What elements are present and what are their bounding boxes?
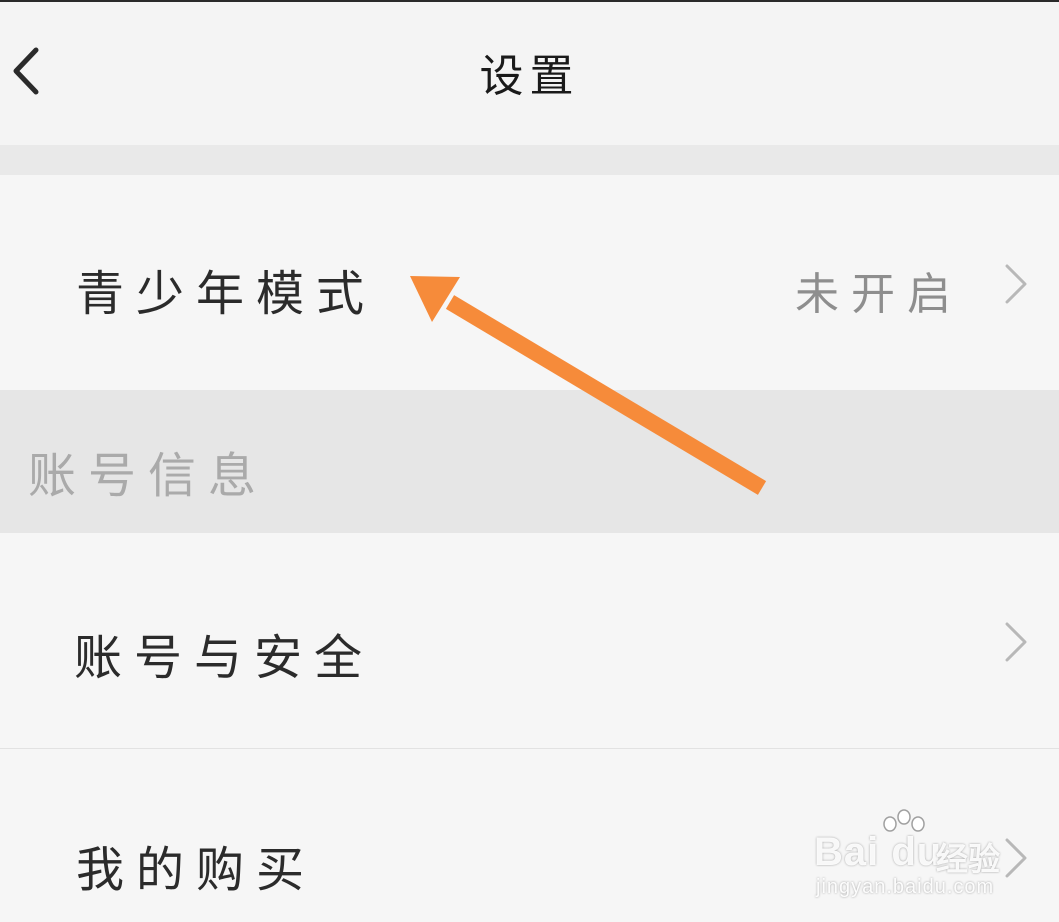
page-title: 设置 xyxy=(479,51,580,102)
account-security-label: 账号与安全 xyxy=(74,630,375,686)
section-title: 账号信息 xyxy=(28,448,269,504)
header-gap xyxy=(0,145,1059,175)
account-security-chevron-right-icon xyxy=(1005,622,1027,662)
teen-mode-chevron-right-icon xyxy=(1005,264,1027,304)
teen-mode-status: 未开启 xyxy=(795,269,963,320)
teen-mode-label: 青少年模式 xyxy=(76,266,377,322)
my-purchases-label: 我的购买 xyxy=(76,842,317,898)
my-purchases-chevron-right-icon xyxy=(1005,838,1027,878)
